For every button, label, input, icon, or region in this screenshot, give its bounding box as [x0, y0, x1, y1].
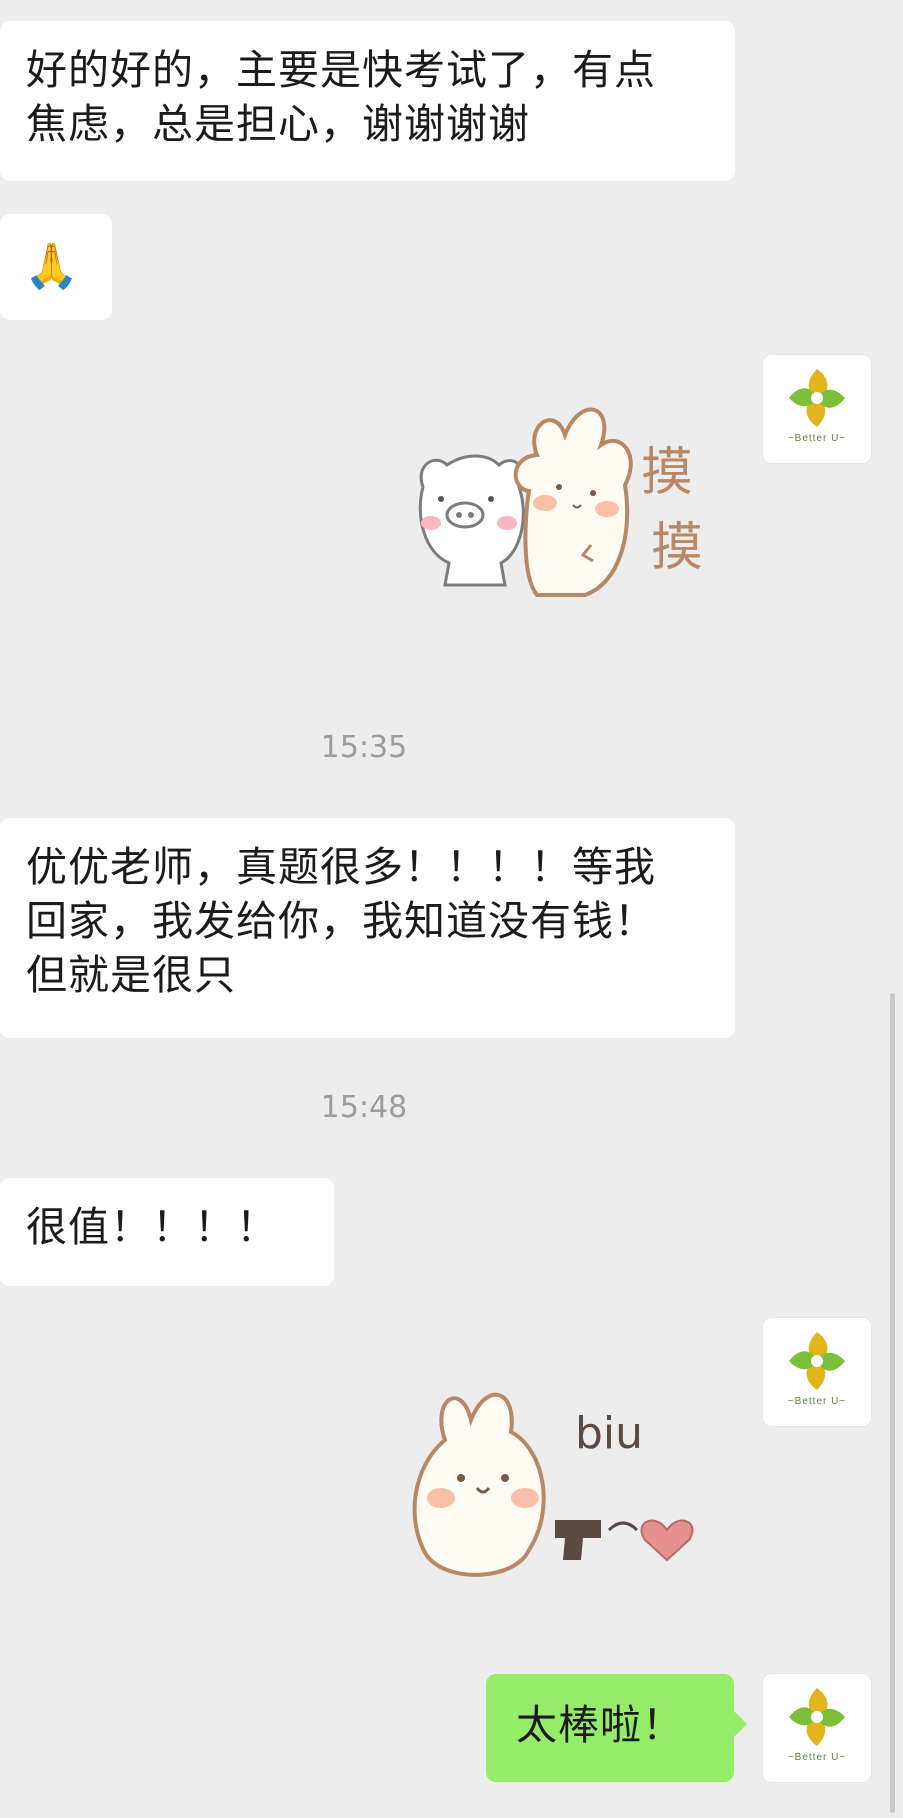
chat-area[interactable]: 好的好的，主要是快考试了，有点 焦虑，总是担心，谢谢谢谢 🙏 ~Better U… [0, 0, 903, 1818]
message-timestamp: 15:48 [320, 1090, 408, 1125]
message-text-line: 优优老师，真题很多！！！！等我 [26, 843, 656, 891]
sticker-text: biu [575, 1408, 643, 1459]
bunny-heart-gun-sticker-icon: biu [412, 1392, 694, 1577]
better-u-logo-icon [789, 1688, 845, 1746]
svg-text:摸: 摸 [651, 518, 703, 578]
avatar-brand-text: ~Better U~ [787, 1396, 847, 1407]
message-text-line: 太棒啦！ [516, 1701, 684, 1749]
incoming-message-bubble[interactable]: 很值！！！！ [0, 1178, 334, 1286]
scrollbar[interactable] [890, 993, 895, 1813]
better-u-logo-icon [789, 369, 845, 427]
message-text-line: 好的好的，主要是快考试了，有点 [26, 46, 656, 94]
message-text-line: 回家，我发给你，我知道没有钱！ [26, 897, 656, 945]
avatar-brand-text: ~Better U~ [787, 1752, 847, 1763]
incoming-message-bubble[interactable]: 好的好的，主要是快考试了，有点 焦虑，总是担心，谢谢谢谢 [0, 21, 735, 181]
message-text-line: 焦虑，总是担心，谢谢谢谢 [26, 100, 530, 148]
avatar-brand-text: ~Better U~ [787, 433, 847, 444]
better-u-logo-icon [789, 1332, 845, 1390]
message-text-line: 很值！！！！ [26, 1203, 278, 1251]
incoming-emoji-bubble[interactable]: 🙏 [0, 214, 112, 320]
pray-emoji-icon: 🙏 [24, 241, 80, 292]
message-text-line: 但就是很只 [26, 951, 236, 999]
sticker-text: 摸 [641, 443, 693, 503]
bunny-heart-gun-sticker[interactable]: biu [405, 1370, 740, 1595]
message-timestamp: 15:35 [320, 730, 408, 765]
sender-avatar[interactable]: ~Better U~ [763, 1674, 871, 1782]
sender-avatar[interactable]: ~Better U~ [763, 355, 871, 463]
pig-and-bunny-pat-sticker-icon: 摸 摸 [418, 407, 703, 597]
sender-avatar[interactable]: ~Better U~ [763, 1318, 871, 1426]
outgoing-message-bubble[interactable]: 太棒啦！ [486, 1674, 747, 1782]
incoming-message-bubble[interactable]: 优优老师，真题很多！！！！等我 回家，我发给你，我知道没有钱！ 但就是很只 [0, 818, 735, 1038]
pig-and-bunny-pat-sticker[interactable]: 摸 摸 [405, 395, 740, 610]
